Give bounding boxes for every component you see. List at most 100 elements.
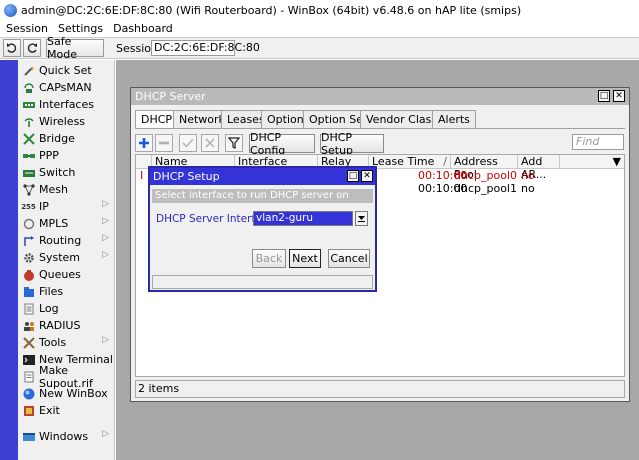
- filter-button[interactable]: [225, 134, 243, 152]
- setup-status-bar: [152, 275, 373, 289]
- menu-bar: Session Settings Dashboard: [0, 20, 639, 36]
- redo-button[interactable]: [23, 39, 41, 57]
- row-flag: I: [140, 169, 144, 182]
- column-header-address-pool[interactable]: Address Pool: [451, 155, 518, 181]
- sidebar-item-exit[interactable]: Exit: [18, 402, 115, 419]
- row-address-pool: dhcp_pool1: [454, 182, 517, 195]
- sidebar-item-system[interactable]: System ▷: [18, 249, 115, 266]
- window-title: admin@DC:2C:6E:DF:8C:80 (Wifi Routerboar…: [21, 3, 522, 17]
- sidebar-item-interfaces[interactable]: Interfaces: [18, 96, 115, 113]
- chevron-down-icon: [358, 216, 365, 222]
- redo-icon: [27, 43, 37, 53]
- session-field[interactable]: DC:2C:6E:DF:8C:80: [151, 40, 260, 56]
- menu-session[interactable]: Session: [6, 22, 48, 35]
- maximize-button[interactable]: □: [598, 90, 610, 102]
- setup-close-button[interactable]: ✕: [361, 170, 373, 182]
- sidebar-item-radius[interactable]: RADIUS: [18, 317, 115, 334]
- row-add-arp: no: [521, 169, 535, 182]
- sidebar: Quick Set CAPsMAN Interfaces Wireless Br…: [18, 60, 115, 460]
- column-header-lease-time[interactable]: Lease Time /: [369, 155, 451, 169]
- sidebar-item-make-supout[interactable]: Make Supout.rif: [18, 364, 115, 390]
- radius-icon: [22, 319, 35, 332]
- queues-icon: [22, 268, 35, 281]
- safe-mode-button[interactable]: Safe Mode: [46, 35, 104, 61]
- next-button[interactable]: Next: [289, 249, 321, 268]
- sidebar-item-switch[interactable]: Switch: [18, 164, 115, 181]
- dhcp-window-title: DHCP Server: [135, 90, 206, 103]
- tools-icon: [22, 336, 35, 349]
- maximize-icon: □: [348, 171, 358, 181]
- sidebar-item-wireless[interactable]: Wireless: [18, 113, 115, 130]
- sidebar-item-new-winbox[interactable]: New WinBox: [18, 385, 115, 402]
- wand-icon: [22, 64, 35, 77]
- check-icon: [182, 138, 194, 148]
- bridge-icon: [22, 132, 35, 145]
- back-button[interactable]: Back: [252, 249, 286, 268]
- sidebar-item-mesh[interactable]: Mesh: [18, 181, 115, 198]
- log-icon: [22, 302, 35, 315]
- filter-icon: [228, 137, 240, 149]
- plus-icon: [139, 138, 149, 148]
- remove-button[interactable]: [155, 134, 173, 152]
- sidebar-item-files[interactable]: Files: [18, 283, 115, 300]
- close-button[interactable]: ✕: [613, 90, 625, 102]
- sidebar-item-tools[interactable]: Tools ▷: [18, 334, 115, 351]
- safe-mode-label: Safe Mode: [47, 35, 77, 61]
- sidebar-item-capsman[interactable]: CAPsMAN: [18, 79, 115, 96]
- submenu-arrow-icon: ▷: [102, 335, 109, 345]
- supout-icon: [22, 370, 35, 383]
- sidebar-item-bridge[interactable]: Bridge: [18, 130, 115, 147]
- toolbar: Safe Mode Session: DC:2C:6E:DF:8C:80: [0, 35, 639, 61]
- disable-button[interactable]: [201, 134, 219, 152]
- sidebar-item-ip[interactable]: 255 IP ▷: [18, 198, 115, 215]
- dhcp-config-button[interactable]: DHCP Config: [249, 131, 315, 157]
- sidebar-item-ppp[interactable]: PPP: [18, 147, 115, 164]
- tab-alerts[interactable]: Alerts: [432, 110, 476, 128]
- submenu-arrow-icon: ▷: [102, 199, 109, 209]
- dhcp-setup-title: DHCP Setup: [153, 170, 220, 183]
- sidebar-item-mpls[interactable]: MPLS ▷: [18, 215, 115, 232]
- row-address-pool: dhcp_pool0: [454, 169, 517, 182]
- system-icon: [22, 251, 35, 264]
- mesh-icon: [22, 183, 35, 196]
- capsman-icon: [22, 81, 35, 94]
- dhcp-setup-button[interactable]: DHCP Setup: [320, 131, 384, 157]
- menu-settings[interactable]: Settings: [58, 22, 103, 35]
- cancel-button[interactable]: Cancel: [328, 249, 370, 268]
- dhcp-setup-title-bar[interactable]: DHCP Setup: [150, 168, 375, 185]
- setup-maximize-button[interactable]: □: [347, 170, 359, 182]
- tab-divider: [135, 128, 625, 129]
- files-icon: [22, 285, 35, 298]
- column-menu-icon[interactable]: ▼: [613, 155, 621, 168]
- interfaces-icon: [22, 98, 35, 111]
- menu-dashboard[interactable]: Dashboard: [113, 22, 173, 35]
- sidebar-item-routing[interactable]: Routing ▷: [18, 232, 115, 249]
- submenu-arrow-icon: ▷: [102, 429, 109, 439]
- sidebar-item-windows[interactable]: Windows ▷: [18, 428, 115, 445]
- dhcp-window-title-bar[interactable]: DHCP Server: [131, 88, 629, 105]
- submenu-arrow-icon: ▷: [102, 233, 109, 243]
- dhcp-setup-dialog: DHCP Setup □ ✕ Select interface to run D…: [148, 166, 377, 292]
- tab-dhcp[interactable]: DHCP: [135, 110, 179, 129]
- window-title-bar: admin@DC:2C:6E:DF:8C:80 (Wifi Routerboar…: [0, 0, 639, 20]
- interface-select[interactable]: vlan2-guru: [253, 211, 353, 226]
- submenu-arrow-icon: ▷: [102, 216, 109, 226]
- wireless-icon: [22, 115, 35, 128]
- enable-button[interactable]: [179, 134, 197, 152]
- add-button[interactable]: [135, 134, 153, 152]
- terminal-icon: [22, 353, 35, 366]
- mpls-icon: [22, 217, 35, 230]
- sidebar-item-quick-set[interactable]: Quick Set: [18, 62, 115, 79]
- sidebar-item-log[interactable]: Log: [18, 300, 115, 317]
- column-header-filler: ▼: [560, 155, 624, 169]
- undo-button[interactable]: [3, 39, 21, 57]
- column-header-add-arp[interactable]: Add AR...: [518, 155, 560, 181]
- sidebar-item-queues[interactable]: Queues: [18, 266, 115, 283]
- setup-instruction: Select interface to run DHCP server on: [152, 189, 373, 203]
- sort-indicator-icon: /: [443, 155, 447, 168]
- routing-icon: [22, 234, 35, 247]
- status-bar: 2 items: [135, 380, 625, 398]
- interface-dropdown-button[interactable]: [355, 211, 368, 226]
- find-input[interactable]: Find: [572, 134, 624, 150]
- submenu-arrow-icon: ▷: [102, 250, 109, 260]
